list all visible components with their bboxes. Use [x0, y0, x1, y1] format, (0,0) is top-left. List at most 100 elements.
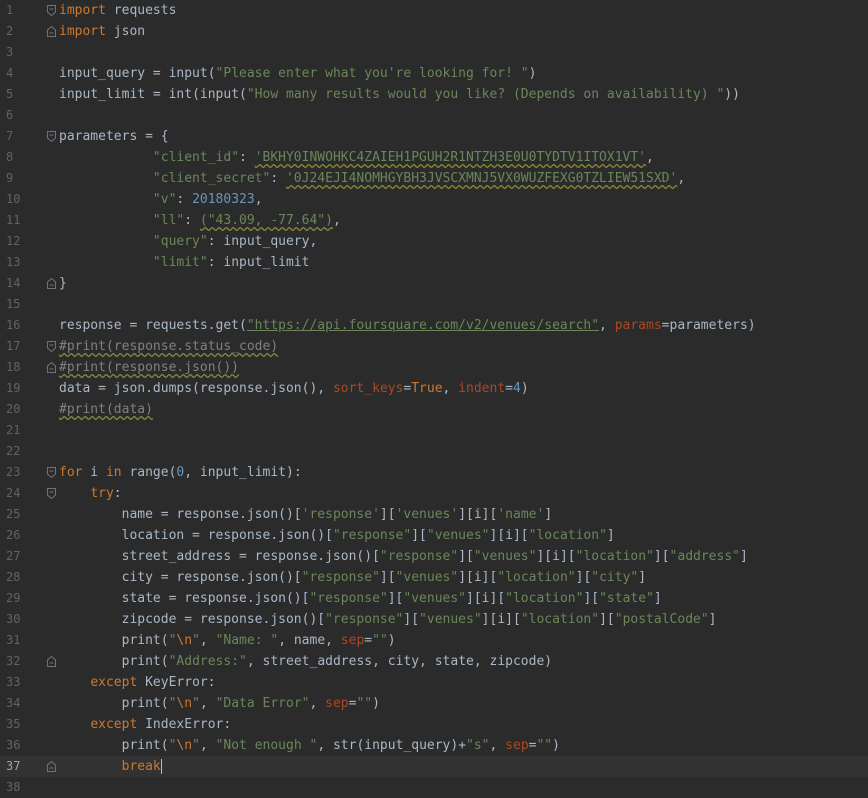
code-line[interactable]: 19 data = json.dumps(response.json(), sor…: [0, 378, 868, 399]
fold-end-icon[interactable]: [47, 656, 56, 667]
code-token: (: [160, 738, 169, 753]
code-token: "Please enter what you're looking for! ": [215, 66, 529, 81]
line-number: 4: [6, 66, 14, 80]
code-token: ][: [653, 549, 670, 564]
fold-start-icon[interactable]: [47, 467, 56, 478]
code-line[interactable]: 23 for i in range(0, input_limit):: [0, 462, 868, 483]
code-line[interactable]: 4 input_query = input("Please enter what …: [0, 63, 868, 84]
code-text: print("\n", "Name: ", name, sep=""): [59, 630, 396, 651]
code-line[interactable]: 6: [0, 105, 868, 126]
fold-end-icon[interactable]: [47, 26, 56, 37]
code-line[interactable]: 38: [0, 777, 868, 798]
code-token: ): [372, 696, 380, 711]
fold-end-icon[interactable]: [47, 761, 56, 772]
code-line[interactable]: 13 "limit": input_limit: [0, 252, 868, 273]
code-text: input_query = input("Please enter what y…: [59, 63, 536, 84]
code-token: "location": [505, 591, 584, 606]
code-line[interactable]: 21: [0, 420, 868, 441]
code-token: (: [192, 87, 200, 102]
line-number: 38: [6, 780, 21, 794]
code-line[interactable]: 9 "client_secret": '0J24EJI4NOMHGYBH3JVS…: [0, 168, 868, 189]
code-line[interactable]: 10 "v": 20180323,: [0, 189, 868, 210]
code-editor[interactable]: 1 import requests 2 import json 3 4 input_quer…: [0, 0, 868, 798]
code-line[interactable]: 28 city = response.json()["response"]["v…: [0, 567, 868, 588]
fold-start-icon[interactable]: [47, 341, 56, 352]
code-token: "s": [466, 738, 490, 753]
code-line[interactable]: 7 parameters = {: [0, 126, 868, 147]
code-token: ][: [411, 528, 427, 543]
code-line[interactable]: 25 name = response.json()['response']['v…: [0, 504, 868, 525]
text-cursor: [160, 759, 162, 774]
fold-start-icon[interactable]: [47, 5, 56, 16]
code-token: ]: [544, 507, 553, 522]
code-token: try: [90, 486, 114, 501]
code-line[interactable]: 34 print("\n", "Data Error", sep=""): [0, 693, 868, 714]
code-line[interactable]: 12 "query": input_query,: [0, 231, 868, 252]
code-line[interactable]: 5 input_limit = int(input("How many resul…: [0, 84, 868, 105]
fold-end-icon[interactable]: [47, 362, 56, 373]
code-line[interactable]: 29 state = response.json()["response"]["…: [0, 588, 868, 609]
code-token: 4: [512, 381, 521, 396]
code-line[interactable]: 37 break: [0, 756, 868, 777]
fold-end-icon[interactable]: [47, 278, 56, 289]
code-token: ": [192, 696, 200, 711]
code-token: input_limit =: [59, 87, 169, 102]
code-token: =: [364, 633, 373, 648]
code-line[interactable]: 22: [0, 441, 868, 462]
code-text: break: [59, 756, 162, 777]
code-text: try:: [59, 483, 121, 504]
code-token: json: [105, 24, 146, 39]
line-number: 13: [6, 255, 21, 269]
code-line[interactable]: 36 print("\n", "Not enough ", str(input_…: [0, 735, 868, 756]
code-line[interactable]: 17 #print(response.status_code): [0, 336, 868, 357]
code-token: "v": [152, 192, 177, 207]
code-line[interactable]: 11 "ll": ("43.09, -77.64"),: [0, 210, 868, 231]
code-line[interactable]: 15: [0, 294, 868, 315]
code-token: sort_keys: [332, 381, 404, 396]
code-token: "venues": [473, 549, 537, 564]
code-line[interactable]: 32 print("Address:", street_address, cit…: [0, 651, 868, 672]
code-token: print: [121, 654, 161, 669]
code-line[interactable]: 16 response = requests.get("https://api.f…: [0, 315, 868, 336]
code-line[interactable]: 8 "client_id": 'BKHY0INWOHKC4ZAIEH1PGUH2…: [0, 147, 868, 168]
code-token: =: [505, 381, 513, 396]
fold-start-icon[interactable]: [47, 488, 56, 499]
code-token: #print(data): [59, 402, 153, 417]
code-token: except: [90, 717, 138, 732]
line-number: 28: [6, 570, 21, 584]
line-number: 23: [6, 465, 21, 479]
code-line[interactable]: 24 try:: [0, 483, 868, 504]
code-token: ,: [489, 738, 506, 753]
code-token: city = response.json()[: [59, 570, 302, 585]
line-number: 19: [6, 381, 21, 395]
fold-start-icon[interactable]: [47, 131, 56, 142]
code-line[interactable]: 31 print("\n", "Name: ", name, sep=""): [0, 630, 868, 651]
code-text: parameters = {: [59, 126, 169, 147]
code-token: "state": [599, 591, 654, 606]
code-line[interactable]: 30 zipcode = response.json()["response"]…: [0, 609, 868, 630]
code-line[interactable]: 20 #print(data): [0, 399, 868, 420]
code-line[interactable]: 1 import requests: [0, 0, 868, 21]
code-token: "query": [152, 234, 208, 249]
code-line[interactable]: 33 except KeyError:: [0, 672, 868, 693]
code-token: ][: [379, 570, 396, 585]
code-token: zipcode = response.json()[: [59, 612, 326, 627]
code-token: "client_secret": [152, 171, 271, 186]
code-line[interactable]: 2 import json: [0, 21, 868, 42]
code-line[interactable]: 3: [0, 42, 868, 63]
line-number: 16: [6, 318, 21, 332]
code-line[interactable]: 27 street_address = response.json()["res…: [0, 546, 868, 567]
code-token: print: [121, 696, 161, 711]
code-token: ": [192, 738, 200, 753]
code-token: :: [207, 675, 216, 690]
line-number: 12: [6, 234, 21, 248]
code-line[interactable]: 14}: [0, 273, 868, 294]
code-token: for: [59, 465, 83, 480]
code-token: input_query =: [59, 66, 169, 81]
code-line[interactable]: 18 #print(response.json()): [0, 357, 868, 378]
code-line[interactable]: 35 except IndexError:: [0, 714, 868, 735]
code-line[interactable]: 26 location = response.json()["response"…: [0, 525, 868, 546]
